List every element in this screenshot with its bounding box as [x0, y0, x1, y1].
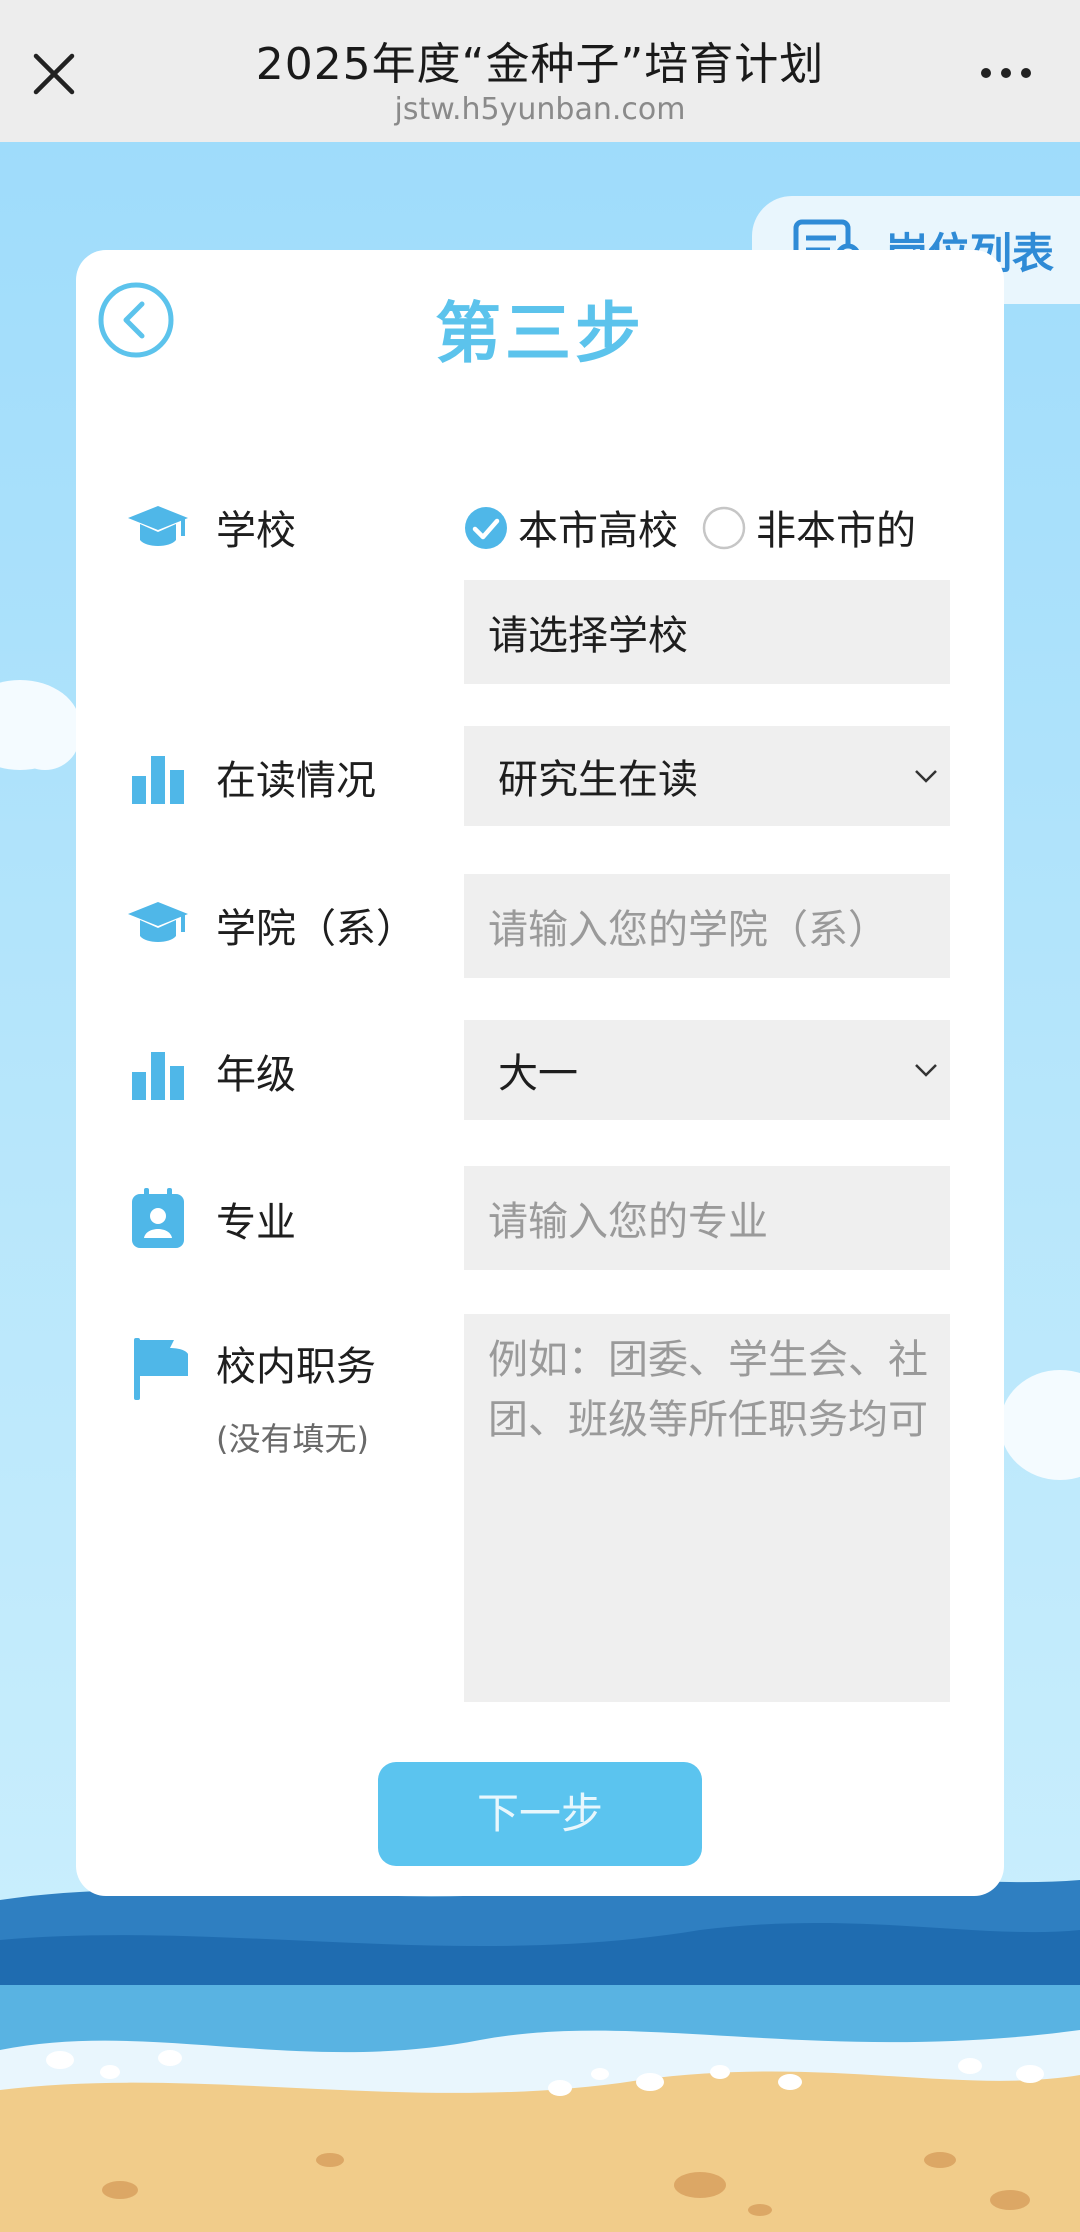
beach-scene [0, 1872, 1080, 2232]
close-icon[interactable] [26, 46, 82, 102]
major-input[interactable]: 请输入您的专业 [464, 1166, 950, 1270]
chevron-down-icon [915, 1064, 937, 1077]
school-select[interactable]: 请选择学校 [464, 580, 950, 684]
grade-select[interactable]: 大一 [464, 1020, 950, 1120]
school-option-nonlocal[interactable]: 非本市的 [756, 498, 916, 556]
cloud-left-2 [10, 700, 80, 770]
flag-icon [134, 1338, 188, 1400]
bar-chart-icon [132, 756, 184, 804]
chevron-down-icon [915, 770, 937, 783]
school-select-placeholder: 请选择学校 [488, 613, 688, 659]
school-label: 学校 [216, 508, 296, 554]
bar-chart-icon [132, 1052, 184, 1100]
position-label: 校内职务 [216, 1344, 376, 1390]
study-status-value: 研究生在读 [498, 757, 698, 803]
study-status-select[interactable]: 研究生在读 [464, 726, 950, 826]
top-navigation-bar: 2025年度“金种子”培育计划 jstw.h5yunban.com [0, 0, 1080, 142]
major-placeholder: 请输入您的专业 [488, 1199, 768, 1245]
radio-checked-icon[interactable] [464, 506, 508, 550]
grade-value: 大一 [498, 1051, 578, 1097]
study-status-label: 在读情况 [216, 758, 376, 804]
college-label: 学院（系） [216, 906, 416, 952]
college-placeholder: 请输入您的学院（系） [488, 907, 888, 953]
page-url: jstw.h5yunban.com [394, 92, 686, 127]
college-input[interactable]: 请输入您的学院（系） [464, 874, 950, 978]
form-card: 第三步 学校 本市高校 非本市的 请选择学校 在读情况 研究生在读 学院（系） … [76, 250, 1004, 1896]
grade-label: 年级 [216, 1052, 296, 1098]
more-icon[interactable] [976, 58, 1036, 88]
major-label: 专业 [216, 1200, 296, 1246]
page-title: 2025年度“金种子”培育计划 [255, 39, 825, 90]
next-step-button[interactable]: 下一步 [378, 1762, 702, 1866]
position-sublabel: (没有填无) [216, 1420, 369, 1458]
position-placeholder: 例如：团委、学生会、社团、班级等所任职务均可 [488, 1337, 928, 1443]
id-card-icon [132, 1188, 184, 1248]
step-title: 第三步 [435, 295, 645, 372]
radio-unchecked-icon[interactable] [702, 506, 746, 550]
graduation-cap-icon [128, 902, 188, 942]
school-option-local[interactable]: 本市高校 [518, 498, 678, 556]
graduation-cap-icon [128, 506, 188, 546]
position-textarea[interactable]: 例如：团委、学生会、社团、班级等所任职务均可 [464, 1314, 950, 1702]
